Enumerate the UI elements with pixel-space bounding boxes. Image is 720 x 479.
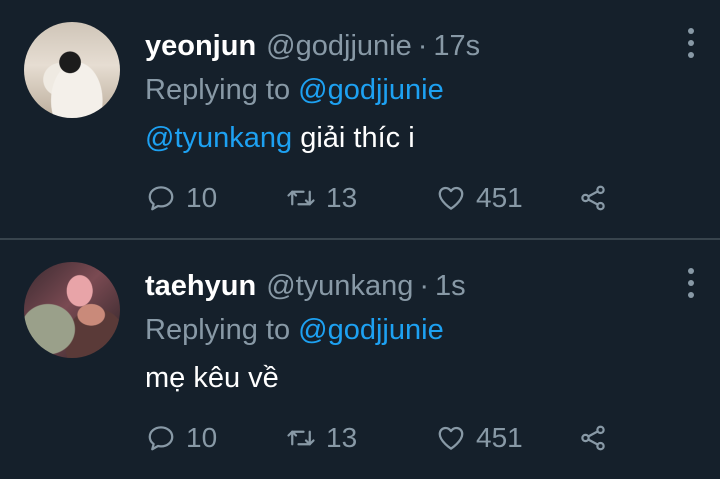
tweet-text: mẹ kêu về <box>145 358 279 398</box>
like-button[interactable]: 451 <box>436 418 523 458</box>
tweet[interactable]: yeonjun @godjjunie · 17s Replying to @godjj… <box>0 0 720 238</box>
separator-dot: · <box>419 270 429 302</box>
tweet-header: yeonjun @godjjunie · 17s <box>145 26 480 66</box>
tweet-body: giải thíc i <box>300 122 415 154</box>
display-name[interactable]: taehyun <box>145 270 256 302</box>
retweet-button[interactable]: 13 <box>286 178 357 218</box>
user-handle[interactable]: @godjjunie <box>266 30 412 62</box>
action-bar: 10 13 451 <box>0 418 720 458</box>
replying-to-label: Replying to <box>145 314 291 346</box>
avatar[interactable] <box>24 22 120 118</box>
timestamp[interactable]: 17s <box>433 30 480 62</box>
share-icon <box>581 425 605 451</box>
reply-count: 10 <box>186 182 218 213</box>
mention-link[interactable]: @tyunkang <box>145 122 292 154</box>
heart-icon <box>438 186 464 210</box>
retweet-icon <box>287 190 315 206</box>
separator-dot: · <box>417 30 428 62</box>
display-name[interactable]: yeonjun <box>145 30 256 62</box>
share-icon <box>581 185 605 211</box>
tweet-body: mẹ kêu về <box>145 362 279 394</box>
tweet-text: @tyunkang giải thíc i <box>145 118 415 158</box>
user-handle[interactable]: @tyunkang <box>266 270 413 302</box>
replying-to-line: Replying to @godjjunie <box>145 310 444 350</box>
timestamp[interactable]: 1s <box>435 270 466 302</box>
reply-button[interactable]: 10 <box>146 178 217 218</box>
share-button[interactable] <box>578 418 608 458</box>
more-vertical-icon[interactable] <box>684 268 698 298</box>
reply-count: 10 <box>186 422 218 453</box>
tweet[interactable]: taehyun @tyunkang · 1s Replying to @godjjun… <box>0 240 720 479</box>
avatar[interactable] <box>24 262 120 358</box>
reply-icon <box>148 186 174 211</box>
reply-button[interactable]: 10 <box>146 418 217 458</box>
replying-to-line: Replying to @godjjunie <box>145 70 444 110</box>
replying-to-label: Replying to <box>145 74 291 106</box>
replying-to-link[interactable]: @godjjunie <box>298 74 444 106</box>
share-button[interactable] <box>578 178 608 218</box>
retweet-count: 13 <box>326 422 358 453</box>
action-bar: 10 13 451 <box>0 178 720 218</box>
like-count: 451 <box>476 182 523 213</box>
retweet-count: 13 <box>326 182 358 213</box>
reply-icon <box>148 426 174 451</box>
tweet-header: taehyun @tyunkang · 1s <box>145 266 466 306</box>
heart-icon <box>438 426 464 450</box>
replying-to-link[interactable]: @godjjunie <box>298 314 444 346</box>
retweet-icon <box>287 430 315 446</box>
more-vertical-icon[interactable] <box>684 28 698 58</box>
retweet-button[interactable]: 13 <box>286 418 357 458</box>
like-count: 451 <box>476 422 523 453</box>
like-button[interactable]: 451 <box>436 178 523 218</box>
